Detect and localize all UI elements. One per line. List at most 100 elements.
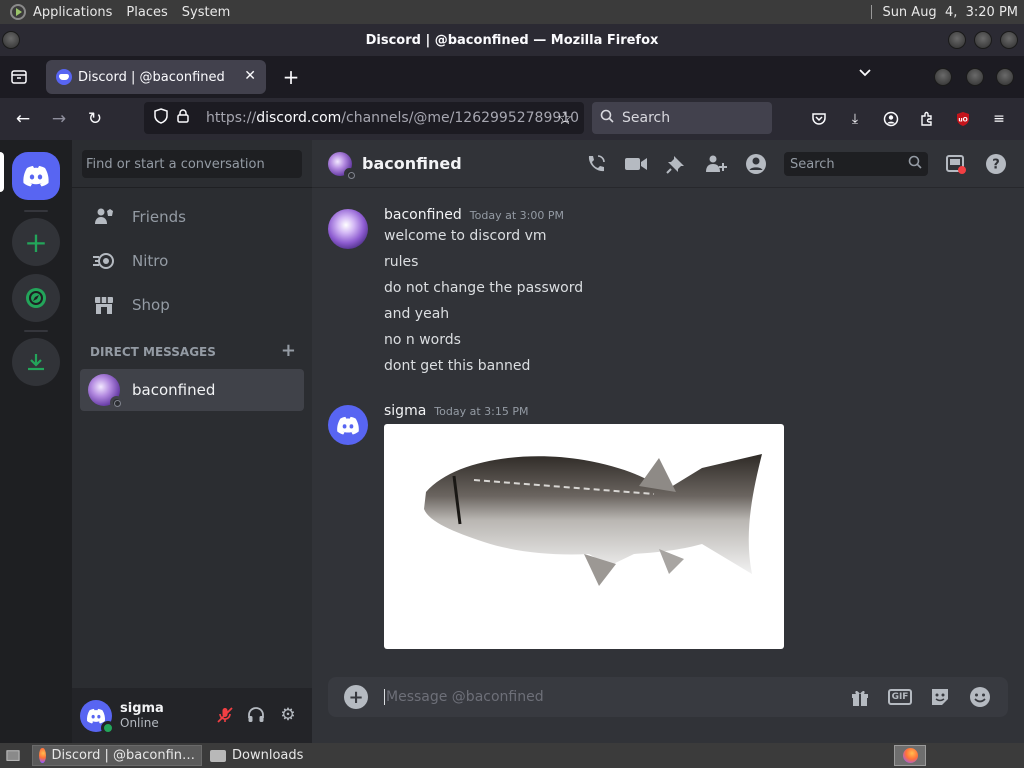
chevron-down-icon[interactable] — [858, 66, 872, 82]
close-tab-icon[interactable]: ✕ — [244, 68, 256, 84]
show-desktop-icon[interactable] — [0, 745, 26, 766]
extensions-icon[interactable] — [916, 108, 938, 130]
message-input[interactable]: Message @baconfined — [384, 689, 544, 705]
lock-icon[interactable] — [172, 109, 194, 127]
tab-discord[interactable]: Discord | @baconfined ✕ — [46, 60, 266, 94]
attach-plus-icon[interactable]: + — [344, 685, 368, 709]
create-dm-plus-icon[interactable]: + — [281, 342, 296, 360]
minimize-button-2[interactable] — [934, 68, 952, 86]
home-button[interactable] — [12, 152, 60, 200]
add-server-icon[interactable]: + — [12, 218, 60, 266]
chat-header: baconfined Search ? — [312, 140, 1024, 188]
online-status-icon — [101, 720, 115, 735]
message-header: sigma Today at 3:15 PM — [384, 403, 528, 419]
search-input[interactable]: Search — [592, 102, 772, 134]
taskbar-item-firefox[interactable]: Discord | @baconfin… — [32, 745, 202, 766]
new-tab-button[interactable]: + — [280, 65, 302, 89]
sticker-icon[interactable] — [928, 685, 952, 709]
message-group: baconfined Today at 3:00 PM welcome to d… — [328, 207, 988, 387]
shield-icon[interactable] — [150, 108, 172, 128]
close-button-2[interactable] — [996, 68, 1014, 86]
chat-search-input[interactable]: Search — [784, 152, 928, 176]
message-text: dont get this banned — [384, 358, 531, 374]
window-titlebar[interactable]: Discord | @baconfined — Mozilla Firefox — [0, 24, 1024, 56]
menu-applications[interactable]: Applications — [26, 5, 119, 20]
account-icon[interactable] — [880, 108, 902, 130]
add-friends-to-dm-icon[interactable] — [704, 152, 728, 176]
chat-search-placeholder: Search — [790, 156, 835, 172]
taskbar-item-downloads[interactable]: Downloads — [204, 745, 324, 766]
pin-icon[interactable] — [664, 152, 688, 176]
dm-sidebar: Find or start a conversation Friends Nit… — [72, 140, 312, 743]
download-icon[interactable]: ⤓ — [844, 108, 866, 130]
pocket-icon[interactable] — [808, 108, 830, 130]
dm-search-area: Find or start a conversation — [72, 140, 312, 188]
discord-logo-icon — [337, 416, 359, 434]
message-composer[interactable]: + Message @baconfined GIF — [328, 677, 1008, 717]
message-author[interactable]: baconfined — [384, 207, 462, 223]
menu-system[interactable]: System — [175, 5, 237, 20]
emoji-icon[interactable] — [968, 685, 992, 709]
avatar[interactable] — [328, 405, 368, 445]
message-timestamp: Today at 3:15 PM — [434, 405, 529, 418]
message-author[interactable]: sigma — [384, 403, 426, 419]
svg-text:uO: uO — [958, 117, 967, 124]
user-info[interactable]: sigma Online — [120, 701, 164, 730]
forward-arrow-icon[interactable]: → — [48, 108, 70, 130]
window-menu-button[interactable] — [2, 31, 20, 49]
gift-icon[interactable] — [848, 685, 872, 709]
image-attachment-fish[interactable] — [384, 424, 784, 649]
dm-item-baconfined[interactable]: baconfined — [80, 369, 304, 411]
server-rail: + — [0, 140, 72, 743]
menu-places[interactable]: Places — [119, 5, 174, 20]
video-call-icon[interactable] — [624, 152, 648, 176]
os-top-panel: Applications Places System Sun Aug 4, 3:… — [0, 0, 1024, 24]
discord-app: + Find or start a conversation Friends N… — [0, 140, 1024, 743]
explore-compass-icon[interactable] — [12, 274, 60, 322]
settings-gear-icon[interactable]: ⚙ — [275, 702, 301, 728]
url-scheme: https:// — [206, 110, 257, 126]
tab-bar: Discord | @baconfined ✕ + — [0, 56, 1024, 98]
nav-friends[interactable]: Friends — [80, 196, 304, 238]
bookmark-star-icon[interactable]: ☆ — [554, 108, 576, 130]
gif-icon[interactable]: GIF — [887, 685, 913, 709]
offline-status-icon — [110, 396, 123, 409]
user-avatar[interactable] — [80, 699, 115, 735]
voice-call-icon[interactable] — [584, 152, 608, 176]
inbox-icon[interactable] — [944, 152, 968, 176]
search-placeholder: Search — [622, 110, 671, 126]
offline-status-icon — [344, 167, 355, 179]
mic-muted-icon[interactable] — [212, 702, 238, 728]
nav-nitro[interactable]: Nitro — [80, 240, 304, 282]
maximize-button-2[interactable] — [966, 68, 984, 86]
firefox-view-icon[interactable] — [8, 66, 30, 88]
maximize-button[interactable] — [974, 31, 992, 49]
ublock-icon[interactable]: uO — [952, 108, 974, 130]
find-conversation-input[interactable]: Find or start a conversation — [82, 150, 302, 178]
chat-title[interactable]: baconfined — [362, 154, 462, 173]
friends-icon — [88, 201, 120, 233]
download-apps-icon[interactable] — [12, 338, 60, 386]
workspace-switcher[interactable] — [894, 745, 926, 766]
help-icon[interactable]: ? — [984, 152, 1008, 176]
headphones-icon[interactable] — [243, 702, 269, 728]
close-window-button[interactable] — [1000, 31, 1018, 49]
minimize-button[interactable] — [948, 31, 966, 49]
discord-logo-icon — [86, 708, 106, 723]
taskbar-item-label: Discord | @baconfin… — [51, 748, 196, 763]
user-panel: sigma Online ⚙ — [72, 688, 312, 743]
user-profile-icon[interactable] — [744, 152, 768, 176]
avatar — [88, 374, 123, 409]
window-title: Discord | @baconfined — Mozilla Firefox — [365, 32, 659, 48]
chat-area: baconfined Search ? baconfined Today at … — [312, 140, 1024, 743]
avatar[interactable] — [328, 209, 368, 249]
url-bar[interactable]: https://discord.com/channels/@me/1262995… — [144, 102, 584, 134]
shop-icon — [88, 289, 120, 321]
clock[interactable]: Sun Aug 4, 3:20 PM — [871, 0, 1024, 24]
firefox-icon — [39, 748, 46, 763]
distro-logo-icon[interactable] — [10, 4, 26, 20]
nav-shop[interactable]: Shop — [80, 284, 304, 326]
menu-icon[interactable]: ≡ — [988, 108, 1010, 130]
reload-icon[interactable]: ↻ — [84, 108, 106, 130]
back-arrow-icon[interactable]: ← — [12, 108, 34, 130]
